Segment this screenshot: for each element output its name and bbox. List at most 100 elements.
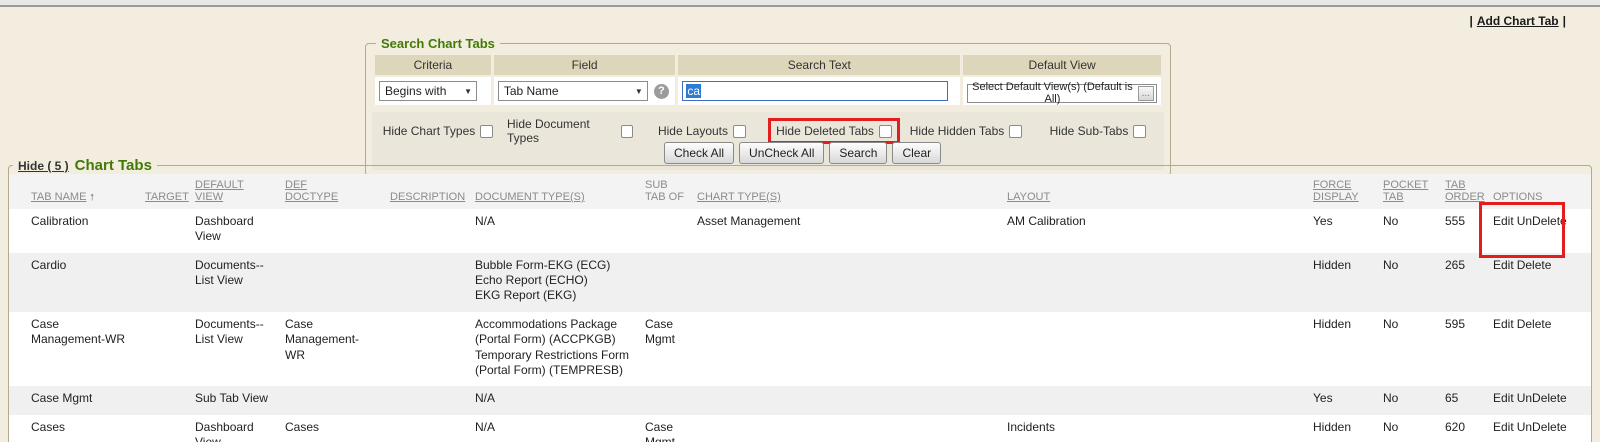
hide-document-types-checkbox[interactable] [621,125,633,138]
table-row-case-mgmt: Case MgmtSub Tab ViewN/AYesNo65EditUnDel… [9,386,1591,414]
cell-target [139,386,189,414]
delete-link[interactable]: Delete [1517,317,1552,331]
hide-chart-types-checkbox[interactable] [480,125,493,138]
column-label[interactable]: DOCUMENT TYPE(S) [475,191,585,203]
undelete-link[interactable]: UnDelete [1517,420,1567,434]
chart-tabs-title: Chart Tabs [75,157,152,174]
hide-sub-tabs-checkbox[interactable] [1133,125,1146,138]
cell-description [384,253,469,312]
undelete-link[interactable]: UnDelete [1517,214,1567,228]
ellipsis-button[interactable]: ... [1138,86,1154,101]
cell-chart_types [691,415,1001,442]
column-label[interactable]: DEF DOCTYPE [285,179,338,203]
separator: | [1470,14,1473,28]
column-label[interactable]: LAYOUT [1007,191,1050,203]
table-header-row: TAB NAME↑ TARGET DEFAULT VIEW DEF DOCTYPE DE… [9,174,1591,209]
criteria-select[interactable]: Begins with ▼ [379,81,477,101]
hide-layouts-checkbox[interactable] [733,125,746,138]
cell-layout [1001,253,1307,312]
cell-document_types: N/A [469,209,639,253]
column-label[interactable]: DEFAULT VIEW [195,179,244,203]
default-view-column-header: Default View [963,55,1161,75]
checkbox-item-hide-sub-tabs[interactable]: Hide Sub-Tabs [1047,123,1150,139]
cell-description [384,386,469,414]
help-icon[interactable]: ? [654,84,669,99]
chart-tabs-table: TAB NAME↑ TARGET DEFAULT VIEW DEF DOCTYPE DE… [9,174,1591,442]
edit-link[interactable]: Edit [1493,214,1514,228]
default-view-picker[interactable]: Select Default View(s) (Default is All) … [967,84,1157,103]
search-panel-title: Search Chart Tabs [376,36,500,51]
table-row-calibration: CalibrationDashboard ViewN/AAsset Manage… [9,209,1591,253]
search-text-column-header: Search Text [678,55,960,75]
cell-tab_name: Calibration [9,209,139,253]
checkbox-item-hide-document-types[interactable]: Hide Document Types [504,116,636,146]
cell-tab_order: 265 [1439,253,1487,312]
edit-link[interactable]: Edit [1493,420,1514,434]
add-chart-tab-link[interactable]: Add Chart Tab [1477,14,1559,28]
column-label[interactable]: POCKET TAB [1383,179,1428,203]
cell-sub_tab_of [639,253,691,312]
cell-document_types: N/A [469,386,639,414]
column-header-pocket-tab[interactable]: POCKET TAB [1377,174,1439,209]
hide-results-link[interactable]: Hide ( 5 ) [18,159,69,173]
checkbox-label: Hide Chart Types [383,124,476,138]
column-header-default-view[interactable]: DEFAULT VIEW [189,174,279,209]
checkbox-label: Hide Deleted Tabs [776,124,874,138]
column-header-tab-name[interactable]: TAB NAME↑ [9,174,139,209]
cell-tab_order: 555 [1439,209,1487,253]
hide-deleted-tabs-checkbox[interactable] [879,125,892,138]
edit-link[interactable]: Edit [1493,391,1514,405]
column-label[interactable]: DESCRIPTION [390,191,465,203]
cell-def_doctype: Cases [279,415,384,442]
checkbox-item-hide-chart-types[interactable]: Hide Chart Types [380,123,497,139]
column-label[interactable]: FORCE DISPLAY [1313,179,1359,203]
search-text-input[interactable]: ca [682,81,948,101]
hide-hidden-tabs-checkbox[interactable] [1009,125,1022,138]
column-label[interactable]: TARGET [145,191,189,203]
checkbox-item-hide-hidden-tabs[interactable]: Hide Hidden Tabs [907,123,1026,139]
column-header-description[interactable]: DESCRIPTION [384,174,469,209]
cell-default_view: Dashboard View [189,415,279,442]
chart-tabs-legend: Hide ( 5 ) Chart Tabs [13,157,157,174]
table-row-case-management-wr: Case Management-WRDocuments-- List ViewC… [9,312,1591,386]
cell-chart_types [691,253,1001,312]
checkbox-item-hide-layouts[interactable]: Hide Layouts [655,123,749,139]
edit-link[interactable]: Edit [1493,258,1514,272]
cell-layout [1001,386,1307,414]
column-label[interactable]: TAB ORDER [1445,179,1485,203]
cell-chart_types [691,312,1001,386]
column-label[interactable]: TAB NAME [31,191,86,203]
column-header-layout[interactable]: LAYOUT [1001,174,1307,209]
cell-default_view: Documents-- List View [189,253,279,312]
cell-default_view: Sub Tab View [189,386,279,414]
field-column-header: Field [494,55,676,75]
cell-sub_tab_of: Case Mgmt [639,415,691,442]
cell-default_view: Dashboard View [189,209,279,253]
column-header-def-doctype[interactable]: DEF DOCTYPE [279,174,384,209]
field-select[interactable]: Tab Name ▼ [498,81,648,101]
undelete-link[interactable]: UnDelete [1517,391,1567,405]
checkbox-item-hide-deleted-tabs[interactable]: Hide Deleted Tabs [773,123,895,139]
cell-force_display: Yes [1307,386,1377,414]
column-header-force-display[interactable]: FORCE DISPLAY [1307,174,1377,209]
column-header-document-types[interactable]: DOCUMENT TYPE(S) [469,174,639,209]
cell-options: EditUnDelete [1487,386,1591,414]
column-label[interactable]: CHART TYPE(S) [697,191,781,203]
column-header-target[interactable]: TARGET [139,174,189,209]
cell-tab_order: 620 [1439,415,1487,442]
cell-tab_name: Cardio [9,253,139,312]
cell-description [384,415,469,442]
cell-document_types: Bubble Form-EKG (ECG) Echo Report (ECHO)… [469,253,639,312]
cell-tab_order: 595 [1439,312,1487,386]
default-view-picker-value: Select Default View(s) (Default is All) [971,81,1133,105]
column-label: OPTIONS [1493,191,1543,203]
column-header-tab-order[interactable]: TAB ORDER [1439,174,1487,209]
column-header-chart-types[interactable]: CHART TYPE(S) [691,174,1001,209]
checkbox-label: Hide Document Types [507,117,616,145]
cell-force_display: Hidden [1307,312,1377,386]
cell-options: EditUnDelete [1487,415,1591,442]
checkbox-row: Hide Chart TypesHide Document TypesHide … [372,116,1164,138]
delete-link[interactable]: Delete [1517,258,1552,272]
cell-options: EditDelete [1487,253,1591,312]
edit-link[interactable]: Edit [1493,317,1514,331]
